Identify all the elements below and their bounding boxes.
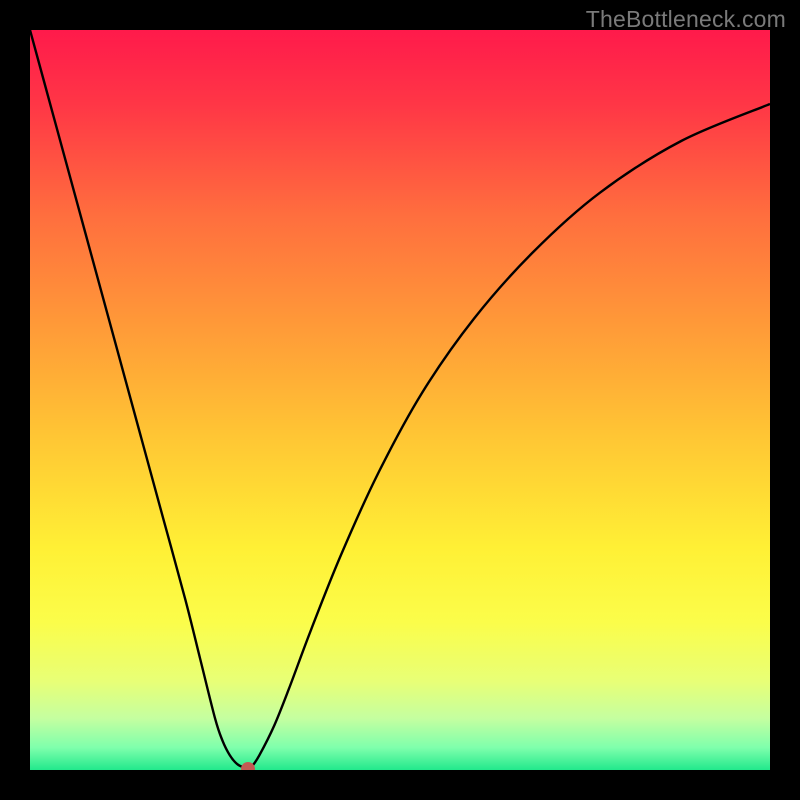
optimal-point-marker <box>241 762 255 770</box>
bottleneck-curve <box>30 30 770 769</box>
chart-frame: TheBottleneck.com <box>0 0 800 800</box>
curve-layer <box>30 30 770 770</box>
plot-area <box>30 30 770 770</box>
watermark-text: TheBottleneck.com <box>586 6 786 33</box>
